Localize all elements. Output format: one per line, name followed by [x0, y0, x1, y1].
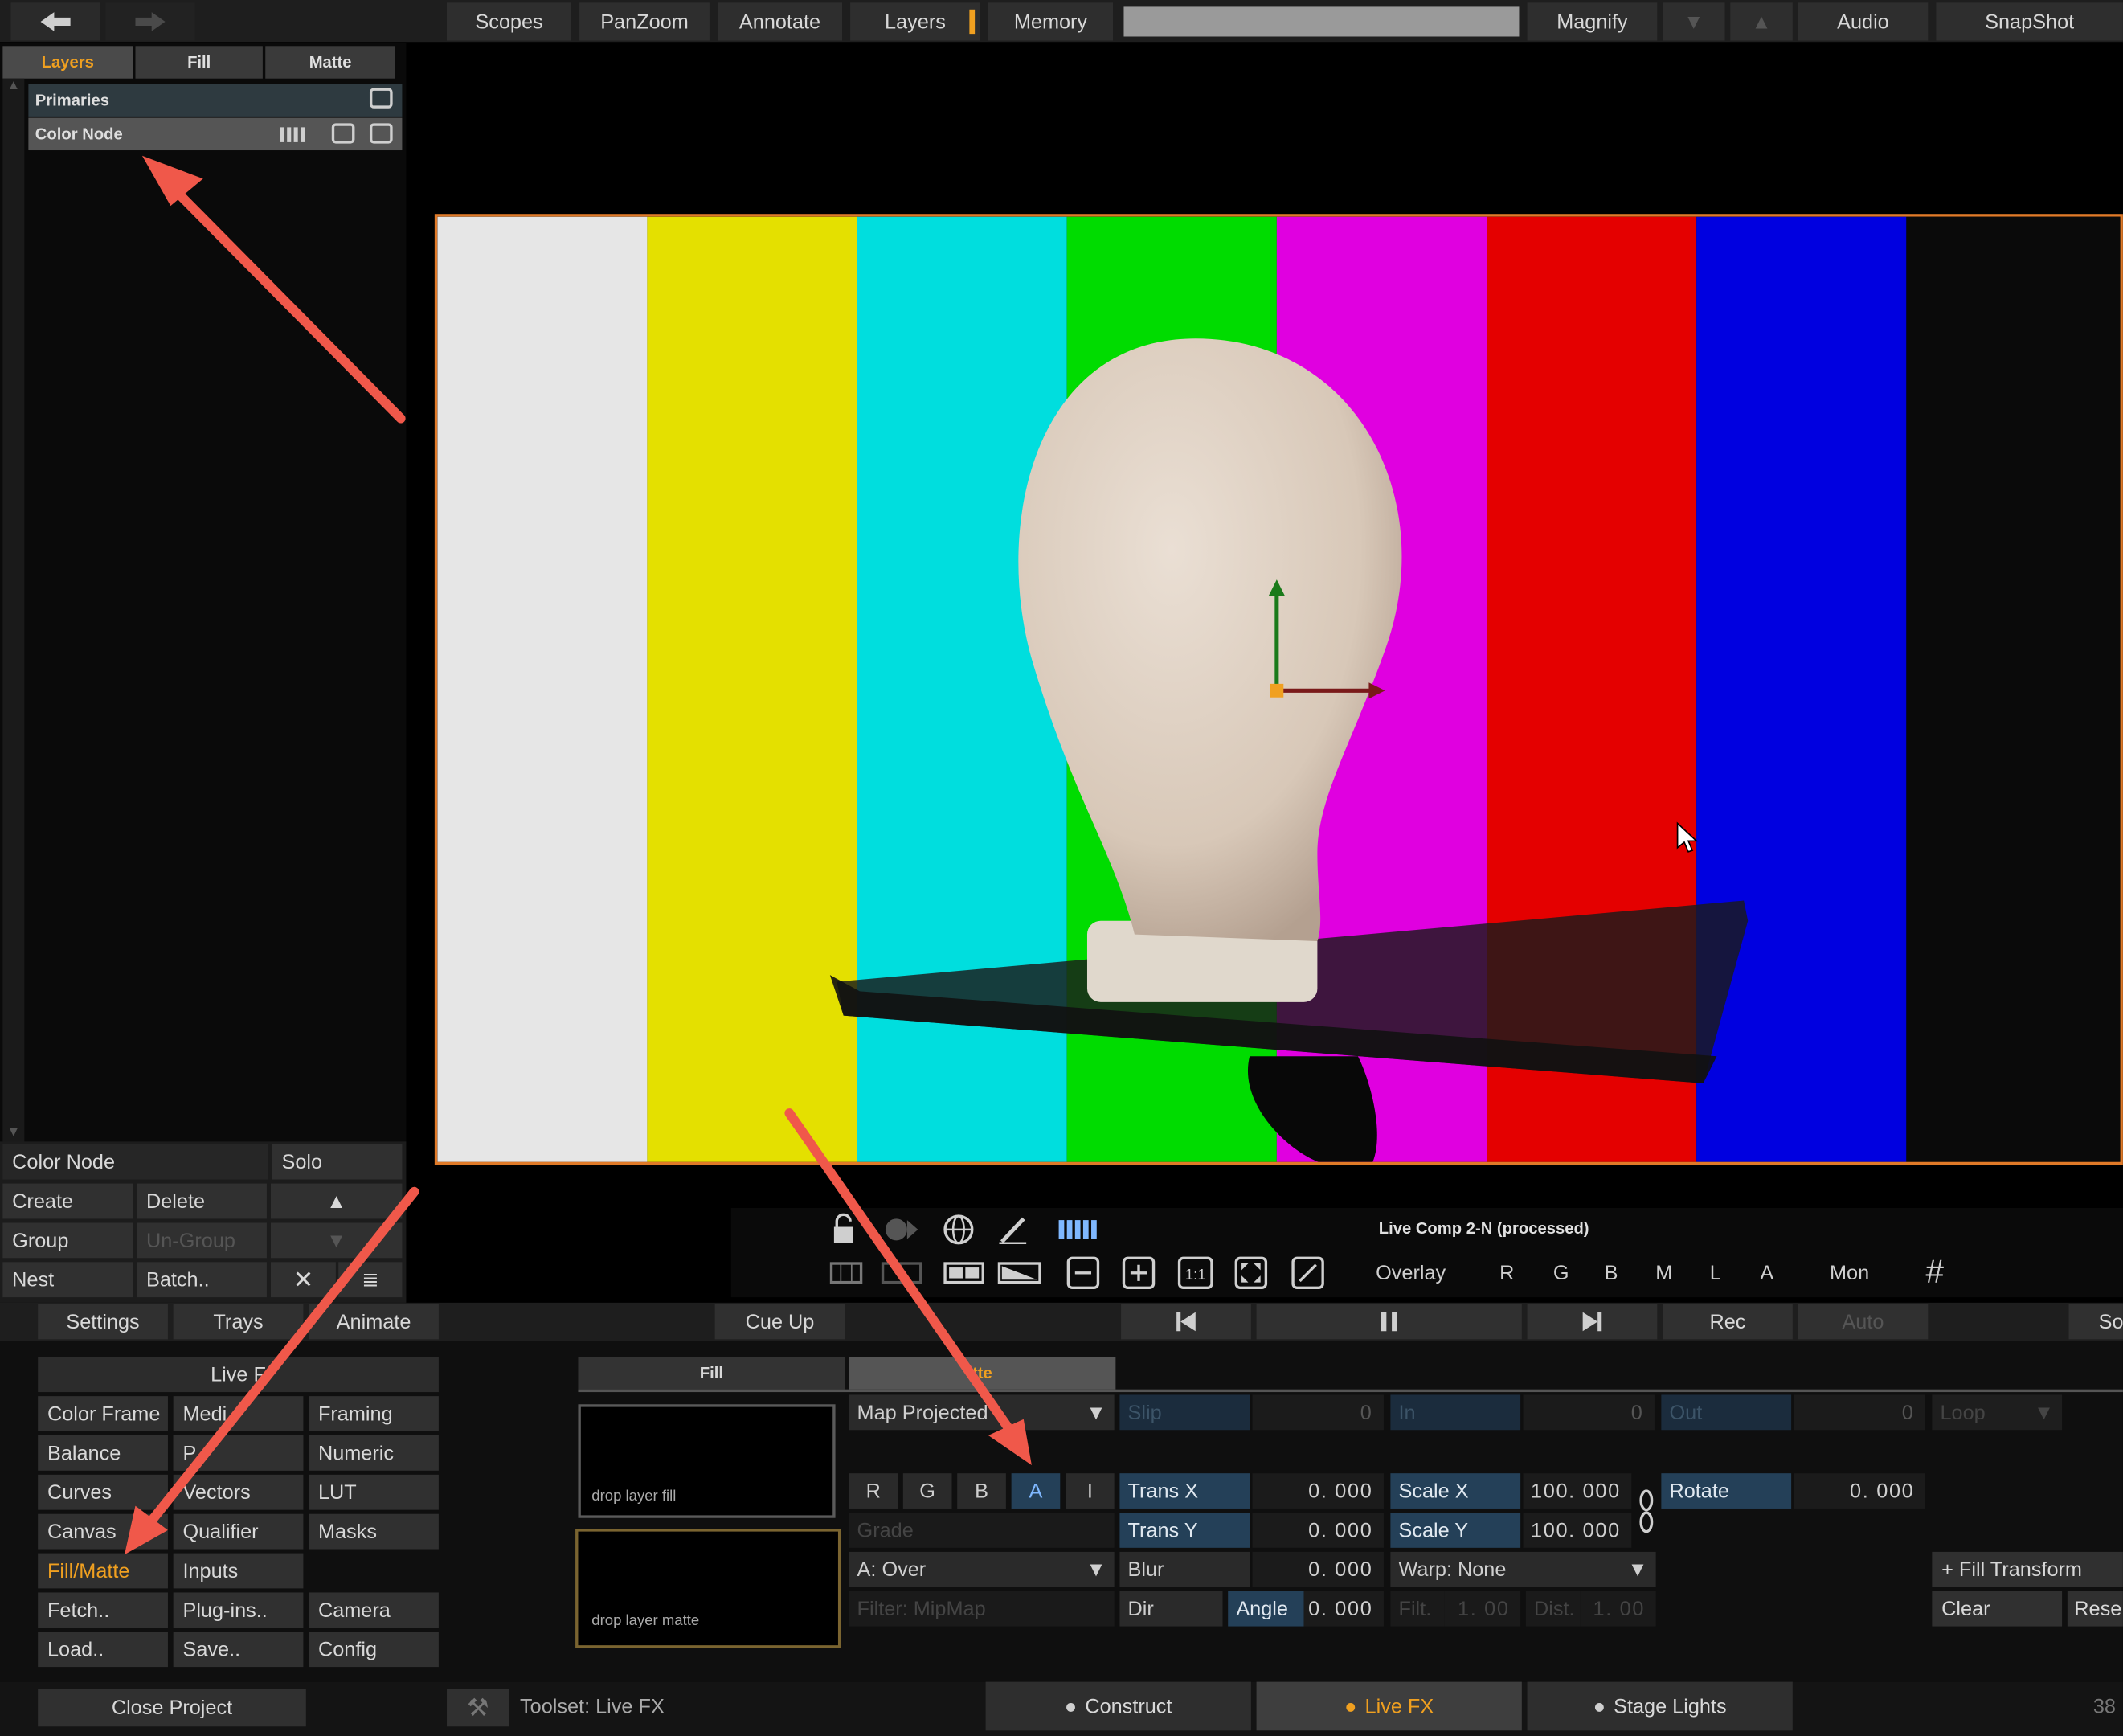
- arrowhead-icon: [141, 155, 203, 207]
- arrow-to-color-node: [163, 178, 406, 424]
- annotation-overlay: [125, 155, 1032, 1555]
- arrow-to-matte-tab: [784, 1108, 1021, 1443]
- arrowhead-icon: [988, 1419, 1032, 1466]
- arrow-to-fill-matte: [141, 1186, 419, 1533]
